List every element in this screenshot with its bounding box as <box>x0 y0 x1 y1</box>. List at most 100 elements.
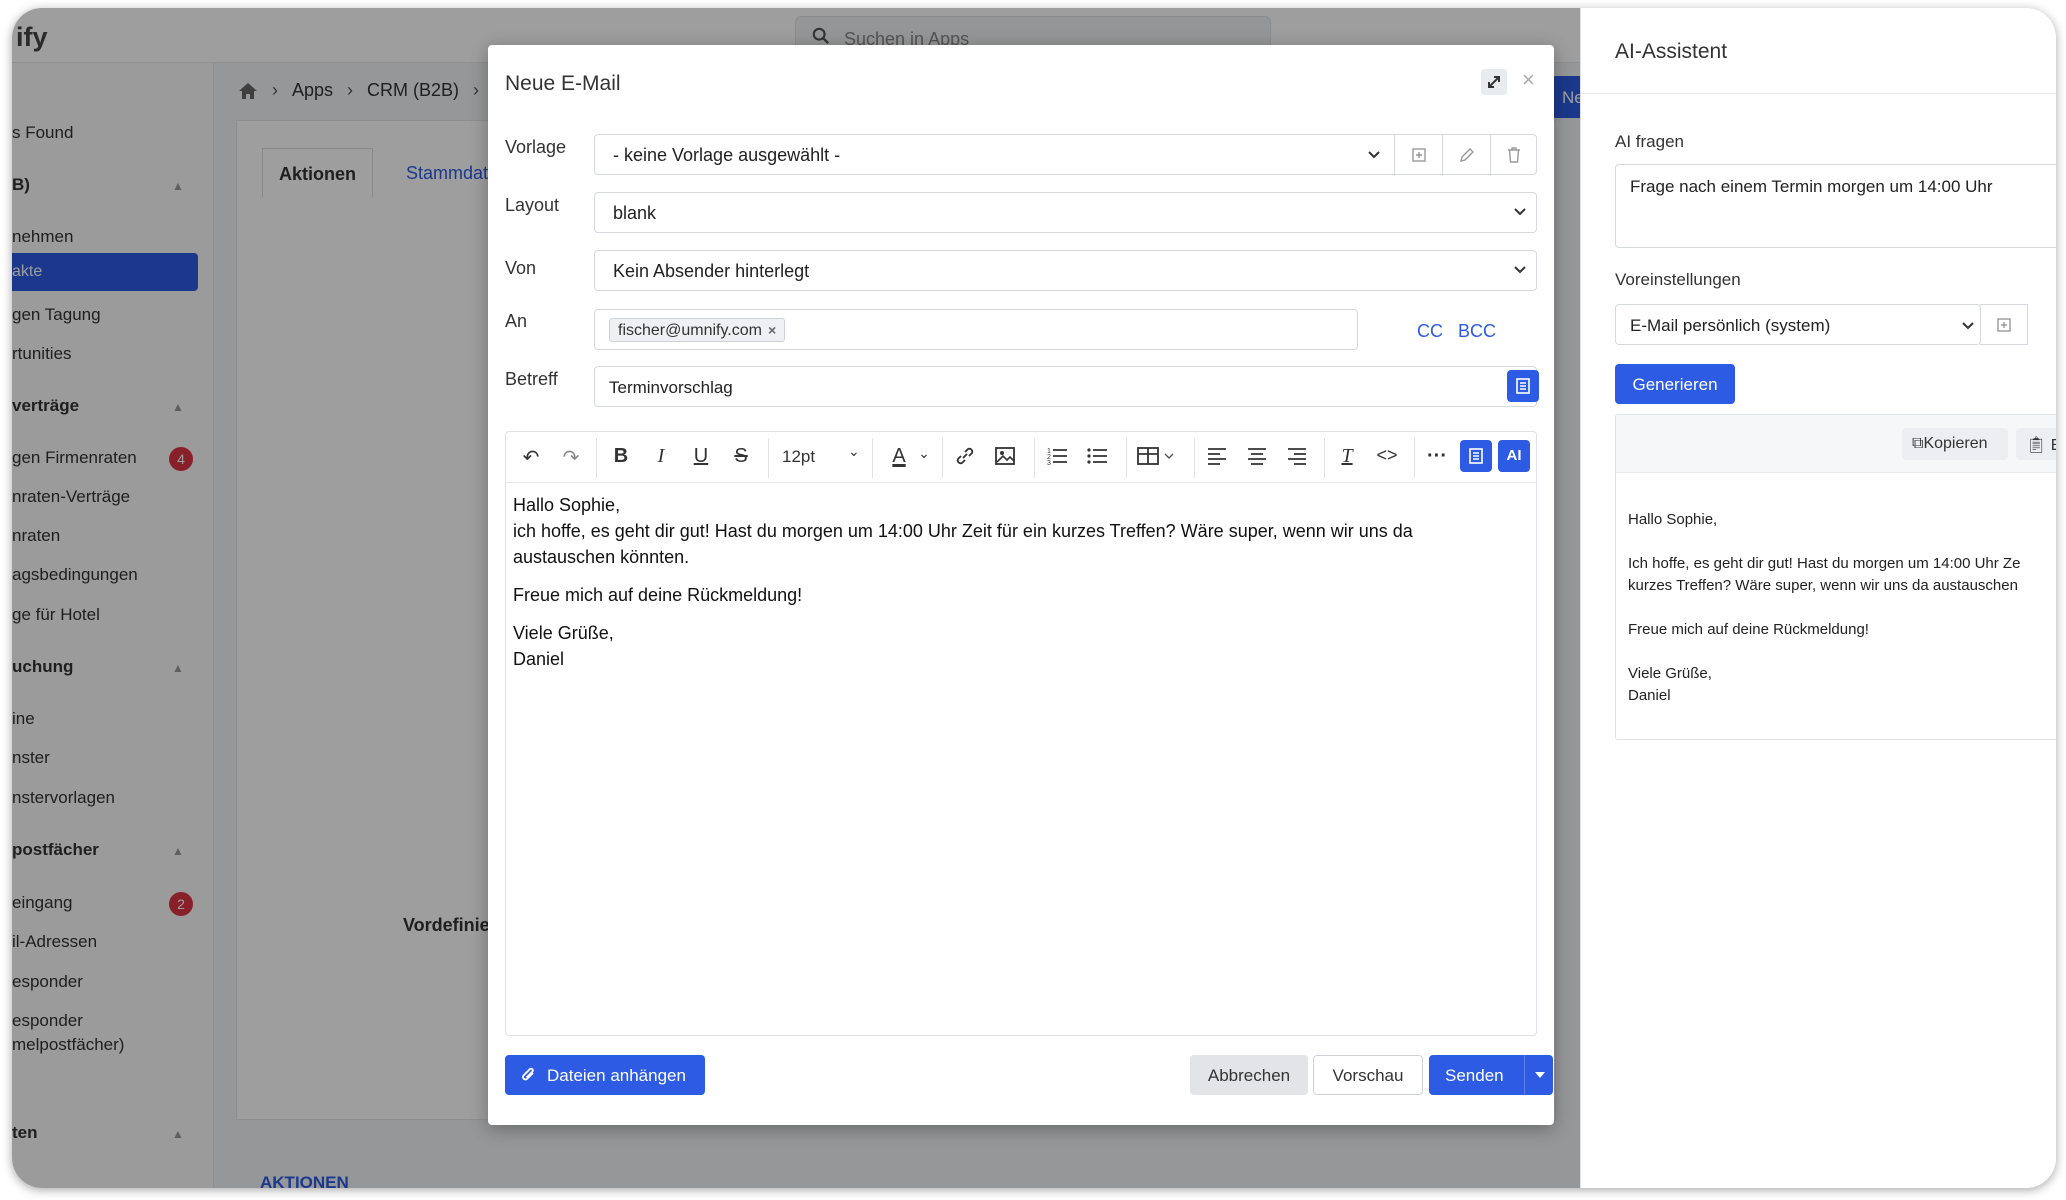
ask-label: AI fragen <box>1615 132 1684 151</box>
preset-value: E-Mail persönlich (system) <box>1630 316 1831 335</box>
body-line: Viele Grüße, <box>513 623 614 643</box>
result-toolbar: ⧉Kopieren 📋︎ Ei <box>1616 415 2056 473</box>
insert-button[interactable]: 📋︎ Ei <box>2016 428 2056 460</box>
preset-label: Voreinstellungen <box>1615 270 1741 289</box>
paperclip-icon <box>522 1067 534 1081</box>
toolbar-divider <box>872 438 873 478</box>
text-color-icon[interactable]: A <box>886 445 912 471</box>
italic-icon[interactable]: I <box>648 445 674 471</box>
label-an: An <box>505 311 528 331</box>
result-line: Freue mich auf deine Rückmeldung! <box>1628 621 1869 638</box>
chevron-down-icon <box>1368 151 1380 159</box>
sender-select[interactable]: Kein Absender hinterlegt <box>594 250 1537 291</box>
toolbar-divider <box>1126 438 1127 478</box>
underline-icon[interactable]: U <box>688 445 714 471</box>
label-von: Von <box>505 258 537 278</box>
app-window: ify Suchen in Apps s Found B) ▲ nehmen a… <box>12 8 2056 1188</box>
rich-text-editor[interactable]: ↶ ↷ B I U S 12pt ⌄ A ⌄ 1 2 3 T <> ··· AI… <box>505 431 1537 1036</box>
copy-icon: ⧉ <box>1912 435 1924 452</box>
template-insert-button[interactable] <box>1460 440 1492 472</box>
delete-template-button[interactable] <box>1490 135 1538 176</box>
sender-value: Kein Absender hinterlegt <box>613 261 810 281</box>
email-body[interactable]: Hallo Sophie, ich hoffe, es geht dir gut… <box>513 492 1513 672</box>
background-app: ify Suchen in Apps s Found B) ▲ nehmen a… <box>12 8 1592 1188</box>
attach-files-button[interactable]: Dateien anhängen <box>505 1055 705 1095</box>
subject-template-button[interactable] <box>1507 370 1539 402</box>
toolbar-divider <box>1324 438 1325 478</box>
chevron-down-icon <box>1514 208 1526 216</box>
preset-select[interactable]: E-Mail persönlich (system) <box>1615 304 1981 345</box>
bold-icon[interactable]: B <box>608 445 634 471</box>
recipient-field[interactable]: fischer@umnify.com × <box>594 309 1358 350</box>
link-icon[interactable] <box>952 445 978 471</box>
toolbar-divider <box>768 438 769 478</box>
toolbar-divider <box>1194 438 1195 478</box>
clear-format-icon[interactable]: T <box>1334 445 1360 471</box>
send-options-button[interactable] <box>1524 1055 1554 1095</box>
body-line: Freue mich auf deine Rückmeldung! <box>513 585 803 605</box>
copy-button[interactable]: ⧉Kopieren <box>1902 428 2008 460</box>
table-icon[interactable] <box>1136 445 1182 471</box>
body-line: ich hoffe, es geht dir gut! Hast du morg… <box>513 521 1413 567</box>
add-preset-button[interactable] <box>1980 304 2028 345</box>
more-icon[interactable]: ··· <box>1424 445 1450 471</box>
panel-title: AI-Assistent <box>1615 40 1728 63</box>
template-select[interactable]: - keine Vorlage ausgewählt - <box>594 134 1538 176</box>
edit-template-button[interactable] <box>1442 135 1490 176</box>
bcc-link[interactable]: BCC <box>1458 321 1496 342</box>
label-vorlage: Vorlage <box>505 137 567 157</box>
align-center-icon[interactable] <box>1244 445 1270 471</box>
trash-icon <box>1508 147 1520 163</box>
expand-icon[interactable] <box>1481 69 1507 95</box>
clipboard-icon: 📋︎ <box>2026 437 2047 454</box>
body-line: Hallo Sophie, <box>513 495 621 515</box>
chevron-down-icon: ⌄ <box>848 443 860 459</box>
image-icon[interactable] <box>992 445 1018 471</box>
remove-icon[interactable]: × <box>768 322 776 338</box>
new-email-dialog: Neue E-Mail × Vorlage - keine Vorlage au… <box>488 45 1554 1125</box>
bullet-list-icon[interactable] <box>1084 445 1110 471</box>
recipient-email: fischer@umnify.com <box>618 322 762 339</box>
svg-text:3: 3 <box>1047 460 1051 467</box>
cc-link[interactable]: CC <box>1417 321 1443 342</box>
align-right-icon[interactable] <box>1284 445 1310 471</box>
generate-button[interactable]: Generieren <box>1615 364 1735 404</box>
code-icon[interactable]: <> <box>1374 445 1400 471</box>
preview-button[interactable]: Vorschau <box>1313 1055 1423 1095</box>
ai-result-box: ⧉Kopieren 📋︎ Ei Hallo Sophie, Ich hoffe,… <box>1615 414 2056 740</box>
plus-square-icon <box>1997 318 2011 332</box>
copy-label: Kopieren <box>1923 435 1988 452</box>
ai-button[interactable]: AI <box>1498 440 1530 472</box>
result-line: Viele Grüße, <box>1628 665 1712 682</box>
plus-square-icon <box>1412 148 1426 162</box>
add-template-button[interactable] <box>1394 135 1442 176</box>
layout-select[interactable]: blank <box>594 192 1537 233</box>
align-left-icon[interactable] <box>1204 445 1230 471</box>
label-betreff: Betreff <box>505 369 558 389</box>
chevron-down-icon[interactable]: ⌄ <box>916 445 932 471</box>
template-value: - keine Vorlage ausgewählt - <box>613 145 841 165</box>
subject-input[interactable]: Terminvorschlag <box>594 366 1537 407</box>
pencil-icon <box>1460 148 1474 162</box>
body-line: Daniel <box>513 649 565 669</box>
recipient-chip: fischer@umnify.com × <box>609 318 786 342</box>
ordered-list-icon[interactable]: 123 <box>1044 445 1070 471</box>
toolbar-divider <box>942 438 943 478</box>
strikethrough-icon[interactable]: S <box>728 445 754 471</box>
dialog-title: Neue E-Mail <box>505 72 621 95</box>
insert-label: Ei <box>2051 437 2056 454</box>
font-size-select[interactable]: 12pt ⌄ <box>782 443 862 471</box>
undo-icon[interactable]: ↶ <box>518 445 544 471</box>
result-line: Ich hoffe, es geht dir gut! Hast du morg… <box>1628 555 2021 594</box>
label-layout: Layout <box>505 195 560 215</box>
toolbar-divider <box>1034 438 1035 478</box>
cancel-button[interactable]: Abbrechen <box>1190 1055 1308 1095</box>
close-icon[interactable]: × <box>1522 67 1535 93</box>
result-line: Daniel <box>1628 687 1671 704</box>
toolbar-divider <box>1414 438 1415 478</box>
toolbar-divider <box>596 438 597 478</box>
ai-prompt-input[interactable]: Frage nach einem Termin morgen um 14:00 … <box>1615 164 2056 248</box>
font-size-value: 12pt <box>782 447 816 466</box>
redo-icon[interactable]: ↷ <box>558 445 584 471</box>
attach-label: Dateien anhängen <box>547 1066 686 1085</box>
